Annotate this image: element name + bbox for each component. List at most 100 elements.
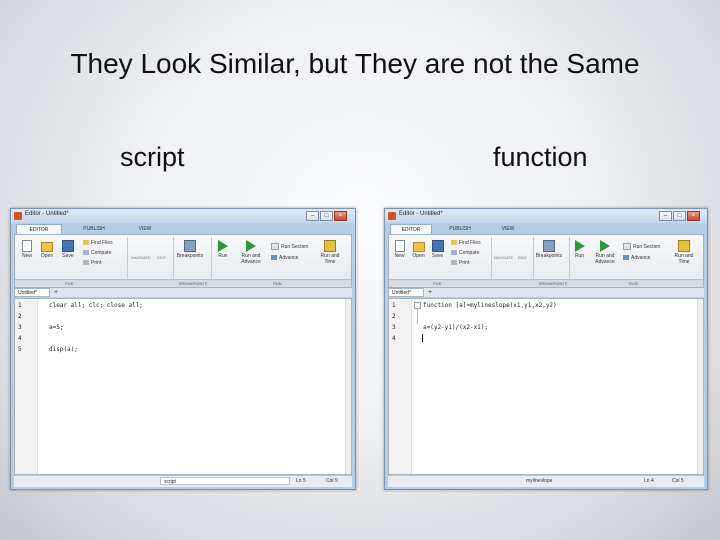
minimize-button[interactable]: – xyxy=(306,211,319,221)
line-number: 5 xyxy=(18,346,22,353)
edit-group[interactable]: EDIT xyxy=(518,255,527,260)
run-section-icon xyxy=(271,243,279,250)
run-time-label: Run and Time xyxy=(320,253,340,265)
run-button[interactable]: Run xyxy=(572,240,587,259)
document-tabs: Untitled* + xyxy=(14,288,352,297)
run-section-label: Run Section xyxy=(633,243,661,250)
code-line: a=5; xyxy=(49,324,64,331)
new-button[interactable]: New xyxy=(19,240,35,259)
run-button[interactable]: Run xyxy=(215,240,231,259)
folder-icon xyxy=(412,242,425,252)
breakpoints-icon xyxy=(543,240,555,252)
window-title: Editor - Untitled* xyxy=(399,211,443,217)
find-files-label: Find Files xyxy=(91,240,113,246)
compare-label: Compare xyxy=(91,250,112,256)
navigate-group[interactable]: NAVIGATE xyxy=(494,255,514,260)
tab-publish[interactable]: PUBLISH xyxy=(442,224,478,234)
save-label: Save xyxy=(431,253,444,259)
run-time-button[interactable]: Run and Time xyxy=(673,240,695,265)
navigate-group[interactable]: NAVIGATE xyxy=(131,255,151,260)
open-button[interactable]: Open xyxy=(37,240,57,259)
run-section-button[interactable]: Run Section xyxy=(271,243,308,250)
find-files-button[interactable]: Find Files xyxy=(83,240,113,246)
compare-button[interactable]: Compare xyxy=(83,250,112,256)
line-number: 2 xyxy=(392,313,396,320)
new-tab-icon[interactable]: + xyxy=(54,288,58,297)
run-advance-icon xyxy=(246,240,256,252)
title-bar: Editor - Untitled* – □ × xyxy=(385,209,707,223)
compare-button[interactable]: Compare xyxy=(451,250,480,256)
close-button[interactable]: × xyxy=(334,211,347,221)
column-indicator: Col 9 xyxy=(326,478,338,484)
new-file-icon xyxy=(22,240,32,252)
document-tab[interactable]: Untitled* xyxy=(14,288,50,297)
find-files-icon xyxy=(451,240,457,246)
vertical-scrollbar[interactable] xyxy=(697,299,703,474)
find-files-button[interactable]: Find Files xyxy=(451,240,481,246)
matlab-icon xyxy=(14,212,22,220)
save-button[interactable]: Save xyxy=(429,240,446,259)
run-advance-button[interactable]: Run and Advance xyxy=(590,240,620,265)
ribbon-tabs: EDITOR PUBLISH VIEW xyxy=(14,224,352,235)
tab-publish[interactable]: PUBLISH xyxy=(74,224,114,234)
minimize-button[interactable]: – xyxy=(659,211,672,221)
group-label-bar: FILE BREAKPOINTS RUN xyxy=(15,279,351,287)
separator xyxy=(569,237,570,279)
open-label: Open xyxy=(40,253,54,259)
advance-icon xyxy=(271,255,277,261)
line-number: 4 xyxy=(392,335,396,342)
slide-title: They Look Similar, but They are not the … xyxy=(70,48,640,79)
ribbon-tabs: EDITOR PUBLISH VIEW xyxy=(388,224,704,235)
column-indicator: Col 5 xyxy=(672,478,684,484)
maximize-button[interactable]: □ xyxy=(673,211,686,221)
print-button[interactable]: Print xyxy=(451,260,469,266)
open-button[interactable]: Open xyxy=(409,240,428,259)
code-line: disp(a); xyxy=(49,346,78,353)
print-label: Print xyxy=(91,260,102,266)
group-label-bar: FILE BREAKPOINTS RUN xyxy=(389,279,703,287)
window-title: Editor - Untitled* xyxy=(25,211,69,217)
new-button[interactable]: New xyxy=(392,240,407,259)
new-label: New xyxy=(21,253,32,259)
find-files-icon xyxy=(83,240,89,246)
save-label: Save xyxy=(62,253,74,259)
close-button[interactable]: × xyxy=(687,211,700,221)
run-advance-button[interactable]: Run and Advance xyxy=(235,240,267,265)
maximize-button[interactable]: □ xyxy=(320,211,333,221)
compare-icon xyxy=(83,250,89,256)
line-number: 3 xyxy=(392,324,396,331)
breakpoints-group-label: BREAKPOINTS xyxy=(179,281,208,286)
edit-group[interactable]: EDIT xyxy=(157,255,166,260)
code-editor[interactable]: 1 2 3 4 - function [a]=mylineslope(x1,y1… xyxy=(388,298,704,475)
print-button[interactable]: Print xyxy=(83,260,101,266)
tab-view[interactable]: VIEW xyxy=(494,224,522,234)
compare-icon xyxy=(451,250,457,256)
run-label: Run xyxy=(218,253,228,259)
run-advance-label: Run and Advance xyxy=(595,253,615,265)
vertical-scrollbar[interactable] xyxy=(345,299,351,474)
run-group-label: RUN xyxy=(273,281,282,286)
advance-button[interactable]: Advance xyxy=(271,255,298,261)
title-bar: Editor - Untitled* – □ × xyxy=(11,209,355,223)
breakpoints-button[interactable]: Breakpoints xyxy=(535,240,563,259)
document-tab[interactable]: Untitled* xyxy=(388,288,424,297)
advance-button[interactable]: Advance xyxy=(623,255,650,261)
line-number: 3 xyxy=(18,324,22,331)
function-name: mylineslope xyxy=(526,478,553,484)
code-line: a=(y2-y1)/(x2-x1); xyxy=(423,324,489,331)
run-section-button[interactable]: Run Section xyxy=(623,243,660,250)
editor-window-function: Editor - Untitled* – □ × EDITOR PUBLISH … xyxy=(384,208,708,490)
line-number: 1 xyxy=(392,302,396,309)
save-button[interactable]: Save xyxy=(59,240,77,259)
run-time-button[interactable]: Run and Time xyxy=(319,240,341,265)
new-label: New xyxy=(394,253,405,259)
document-tabs: Untitled* + xyxy=(388,288,704,297)
code-editor[interactable]: 1 2 3 4 5 clear all; clc; close all; a=5… xyxy=(14,298,352,475)
script-label: script xyxy=(120,142,185,172)
tab-view[interactable]: VIEW xyxy=(130,224,160,234)
breakpoints-button[interactable]: Breakpoints xyxy=(175,240,205,259)
new-tab-icon[interactable]: + xyxy=(428,288,432,297)
separator xyxy=(173,237,174,279)
line-number-gutter: 1 2 3 4 5 xyxy=(15,299,38,474)
run-section-label: Run Section xyxy=(281,243,309,250)
